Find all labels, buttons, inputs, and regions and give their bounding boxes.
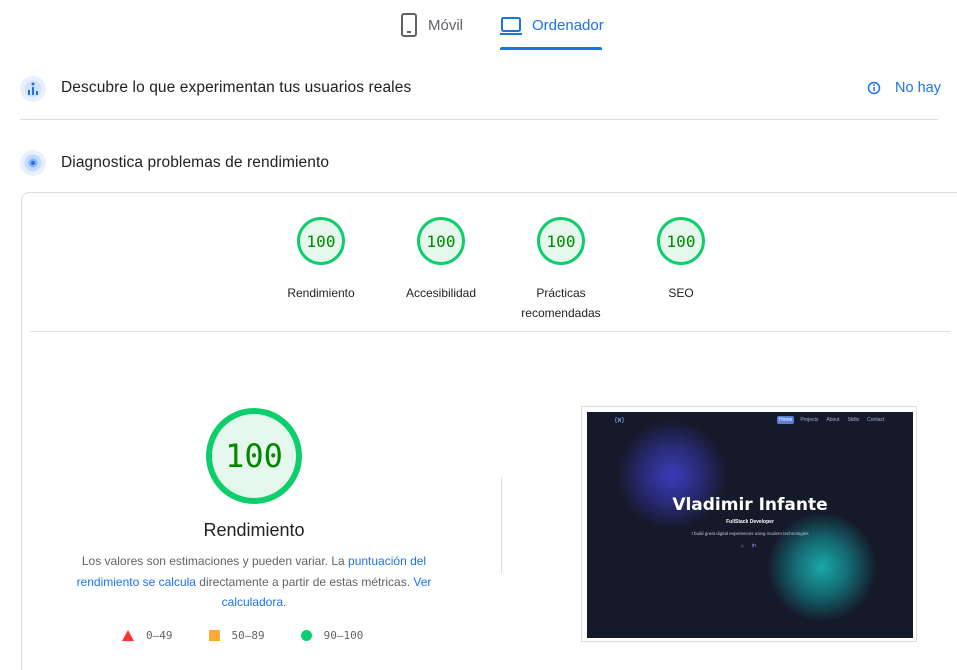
tab-mobile-label: Móvil	[428, 17, 464, 34]
desc-prefix: Los valores son estimaciones y pueden va…	[81, 554, 349, 568]
no-data-link[interactable]: No hay	[867, 80, 941, 96]
legend-fail: 0–49	[122, 629, 173, 642]
legend-range: 90–100	[323, 629, 364, 642]
section-real-users-title: Descubre lo que experimentan tus usuario…	[61, 79, 412, 96]
gauge-accessibility[interactable]: 100 Accesibilidad	[381, 217, 501, 303]
triangle-icon	[122, 630, 134, 641]
legend-range: 0–49	[146, 629, 173, 642]
category-gauges: 100 Rendimiento 100 Accesibilidad 100 Pr…	[22, 193, 957, 333]
gauge-performance[interactable]: 100 Rendimiento	[261, 217, 381, 303]
legend-pass: 90–100	[300, 629, 364, 642]
gauge-best-practices[interactable]: 100 Prácticas recomendadas	[501, 217, 621, 323]
vertical-separator	[501, 477, 502, 573]
info-icon	[867, 81, 881, 95]
legend-range: 50–89	[231, 629, 265, 642]
smartphone-icon	[401, 13, 417, 37]
gauge-label: SEO	[668, 286, 694, 300]
gauge-score: 100	[657, 217, 705, 265]
preview-nav-item: About	[826, 417, 840, 423]
users-chart-icon	[20, 76, 46, 102]
preview-nav-item: Projects	[800, 417, 819, 423]
square-icon	[208, 630, 220, 641]
laptop-icon	[500, 17, 522, 35]
preview-nav-item: Skills	[847, 417, 860, 423]
card-divider	[30, 331, 950, 332]
active-tab-indicator	[500, 47, 602, 50]
legend-average: 50–89	[208, 629, 265, 642]
gauge-seo[interactable]: 100 SEO	[621, 217, 741, 303]
report-card: 100 Rendimiento 100 Accesibilidad 100 Pr…	[21, 192, 957, 670]
gauge-score: 100	[297, 217, 345, 265]
preview-nav: Home Projects About Skills Contact	[777, 416, 886, 424]
performance-description: Los valores son estimaciones y pueden va…	[72, 551, 436, 613]
final-screenshot[interactable]: {W} Home Projects About Skills Contact V…	[581, 406, 917, 642]
section-diagnose[interactable]: Diagnostica problemas de rendimiento	[20, 143, 938, 183]
gauge-score: 100	[417, 217, 465, 265]
tab-desktop-label: Ordenador	[532, 17, 604, 34]
lighthouse-icon	[20, 150, 46, 176]
preview-logo: {W}	[614, 417, 625, 424]
preview-tagline: I build great digital experiences using …	[691, 531, 809, 536]
section-real-users[interactable]: Descubre lo que experimentan tus usuario…	[20, 68, 938, 108]
circle-icon	[300, 630, 312, 641]
preview-name: Vladimir Infante	[672, 495, 828, 515]
section-diagnose-title: Diagnostica problemas de rendimiento	[61, 154, 330, 171]
desc-suffix: .	[283, 595, 287, 609]
gauge-label: Rendimiento	[287, 286, 355, 300]
performance-score-gauge: 100	[206, 408, 302, 504]
tab-mobile[interactable]: Móvil	[400, 12, 463, 52]
preview-role: FullStack Developer	[726, 519, 774, 525]
tab-desktop[interactable]: Ordenador	[500, 12, 604, 52]
no-data-text: No hay	[895, 80, 941, 96]
preview-social: ⌂ in	[741, 543, 756, 549]
glow-blob-teal	[767, 512, 877, 622]
preview-nav-item: Home	[777, 416, 795, 424]
screenshot-image: {W} Home Projects About Skills Contact V…	[587, 412, 913, 638]
gauge-score: 100	[537, 217, 585, 265]
linkedin-icon: in	[752, 543, 756, 549]
gauge-label: Accesibilidad	[405, 286, 477, 300]
device-tabs: Móvil Ordenador	[0, 0, 957, 52]
preview-nav-item: Contact	[867, 417, 885, 423]
github-icon: ⌂	[741, 543, 745, 549]
desc-middle: directamente a partir de estas métricas.	[195, 574, 414, 589]
section-divider	[20, 119, 938, 120]
gauge-label: Prácticas recomendadas	[521, 286, 601, 320]
performance-title: Rendimiento	[203, 520, 305, 540]
score-legend: 0–49 50–89 90–100	[122, 629, 399, 642]
